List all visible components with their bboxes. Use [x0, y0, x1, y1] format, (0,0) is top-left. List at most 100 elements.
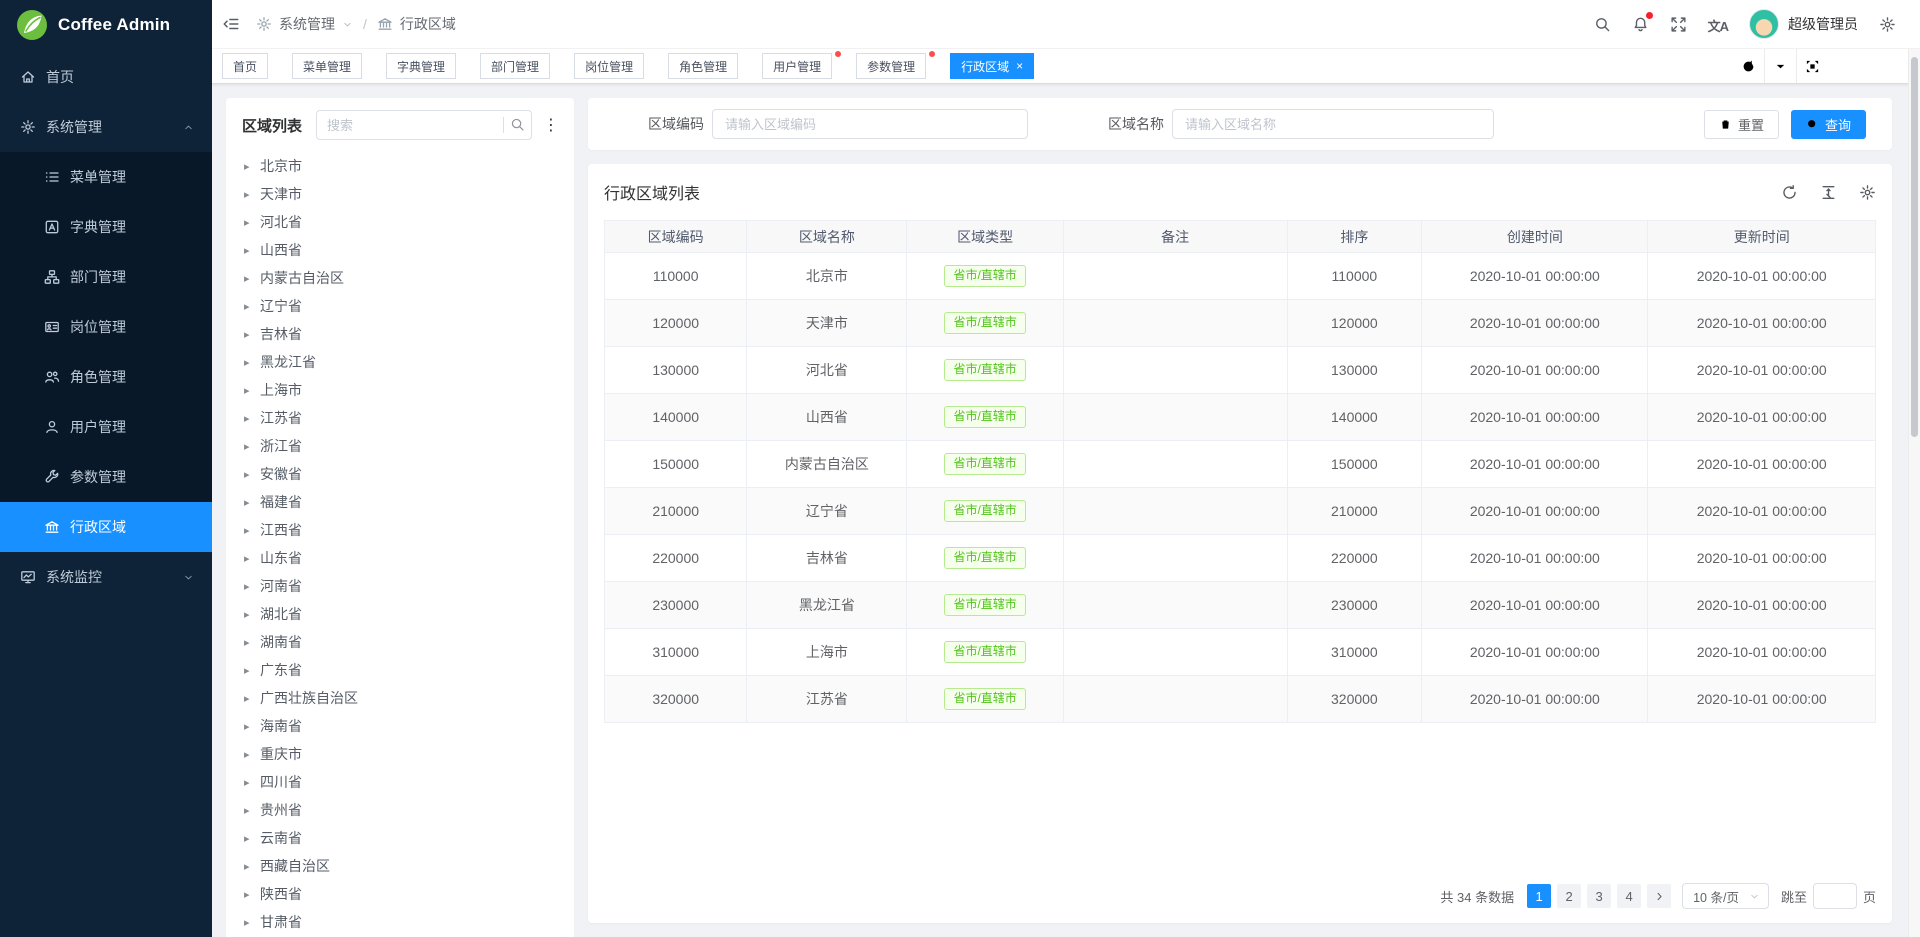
jump-to-input[interactable] [1813, 883, 1857, 909]
tree-node[interactable]: ▸西藏自治区 [226, 852, 574, 880]
caret-right-icon[interactable]: ▸ [244, 188, 260, 201]
caret-right-icon[interactable]: ▸ [244, 440, 260, 453]
caret-right-icon[interactable]: ▸ [244, 832, 260, 845]
sidebar-item-dict[interactable]: 字典管理 [0, 202, 212, 252]
refresh-icon[interactable] [1781, 184, 1798, 201]
page-button-4[interactable]: 4 [1617, 884, 1641, 908]
sidebar-item-system[interactable]: 系统管理 [0, 102, 212, 152]
table-row[interactable]: 120000天津市省市/直辖市1200002020-10-01 00:00:00… [605, 300, 1876, 347]
caret-right-icon[interactable]: ▸ [244, 300, 260, 313]
page-button-3[interactable]: 3 [1587, 884, 1611, 908]
caret-right-icon[interactable]: ▸ [244, 468, 260, 481]
tree-node[interactable]: ▸海南省 [226, 712, 574, 740]
tree-node[interactable]: ▸湖南省 [226, 628, 574, 656]
caret-right-icon[interactable]: ▸ [244, 608, 260, 621]
caret-right-icon[interactable]: ▸ [244, 888, 260, 901]
caret-right-icon[interactable]: ▸ [244, 328, 260, 341]
tree-node[interactable]: ▸上海市 [226, 376, 574, 404]
caret-right-icon[interactable]: ▸ [244, 916, 260, 929]
tab-岗位管理[interactable]: 岗位管理 [574, 53, 644, 79]
sidebar-item-user[interactable]: 用户管理 [0, 402, 212, 452]
tree-node[interactable]: ▸吉林省 [226, 320, 574, 348]
table-row[interactable]: 110000北京市省市/直辖市1100002020-10-01 00:00:00… [605, 253, 1876, 300]
table-row[interactable]: 130000河北省省市/直辖市1300002020-10-01 00:00:00… [605, 347, 1876, 394]
query-button[interactable]: 查询 [1791, 110, 1866, 139]
notification-bell-icon[interactable] [1632, 16, 1649, 33]
tree-search-input[interactable] [316, 110, 532, 140]
caret-right-icon[interactable]: ▸ [244, 216, 260, 229]
tree-node[interactable]: ▸河南省 [226, 572, 574, 600]
tree-node[interactable]: ▸重庆市 [226, 740, 574, 768]
tree-node[interactable]: ▸内蒙古自治区 [226, 264, 574, 292]
caret-right-icon[interactable]: ▸ [244, 748, 260, 761]
tree-node[interactable]: ▸四川省 [226, 768, 574, 796]
tab-部门管理[interactable]: 部门管理 [480, 53, 550, 79]
caret-right-icon[interactable]: ▸ [244, 356, 260, 369]
tree-node[interactable]: ▸福建省 [226, 488, 574, 516]
app-logo[interactable]: Coffee Admin [0, 0, 212, 50]
tab-字典管理[interactable]: 字典管理 [386, 53, 456, 79]
region-name-input[interactable] [1172, 109, 1494, 139]
tree-node[interactable]: ▸安徽省 [226, 460, 574, 488]
fullscreen-icon[interactable] [1670, 16, 1687, 33]
sidebar-item-menu[interactable]: 菜单管理 [0, 152, 212, 202]
user-menu[interactable]: 超级管理员 [1749, 9, 1858, 39]
tree-node[interactable]: ▸山东省 [226, 544, 574, 572]
translate-icon[interactable]: 文A [1708, 16, 1728, 33]
tree-node[interactable]: ▸河北省 [226, 208, 574, 236]
tab-菜单管理[interactable]: 菜单管理 [292, 53, 362, 79]
sidebar-collapse-icon[interactable] [222, 15, 240, 33]
chevron-down-icon[interactable] [1764, 49, 1796, 83]
sidebar-item-region[interactable]: 行政区域 [0, 502, 212, 552]
tree-node[interactable]: ▸云南省 [226, 824, 574, 852]
page-scrollbar[interactable] [1908, 49, 1920, 937]
sidebar-item-dept[interactable]: 部门管理 [0, 252, 212, 302]
page-button-2[interactable]: 2 [1557, 884, 1581, 908]
table-row[interactable]: 320000江苏省省市/直辖市3200002020-10-01 00:00:00… [605, 676, 1876, 723]
caret-right-icon[interactable]: ▸ [244, 860, 260, 873]
sidebar-item-home[interactable]: 首页 [0, 52, 212, 102]
sidebar-item-post[interactable]: 岗位管理 [0, 302, 212, 352]
reset-button[interactable]: 重置 [1704, 110, 1779, 139]
kebab-menu-icon[interactable]: ⋮ [540, 115, 562, 135]
caret-right-icon[interactable]: ▸ [244, 664, 260, 677]
tree-node[interactable]: ▸陕西省 [226, 880, 574, 908]
caret-right-icon[interactable]: ▸ [244, 776, 260, 789]
tab-首页[interactable]: 首页 [222, 53, 268, 79]
tab-角色管理[interactable]: 角色管理 [668, 53, 738, 79]
maximize-icon[interactable] [1796, 49, 1828, 83]
caret-right-icon[interactable]: ▸ [244, 636, 260, 649]
table-row[interactable]: 310000上海市省市/直辖市3100002020-10-01 00:00:00… [605, 629, 1876, 676]
tree-node[interactable]: ▸广西壮族自治区 [226, 684, 574, 712]
tab-用户管理[interactable]: 用户管理 [762, 53, 832, 79]
scrollbar-thumb[interactable] [1911, 57, 1918, 437]
table-row[interactable]: 220000吉林省省市/直辖市2200002020-10-01 00:00:00… [605, 535, 1876, 582]
caret-right-icon[interactable]: ▸ [244, 580, 260, 593]
caret-right-icon[interactable]: ▸ [244, 160, 260, 173]
search-icon[interactable] [510, 117, 525, 132]
next-page-button[interactable] [1647, 884, 1671, 908]
caret-right-icon[interactable]: ▸ [244, 272, 260, 285]
tab-行政区域[interactable]: 行政区域× [950, 53, 1034, 79]
tree-node[interactable]: ▸江苏省 [226, 404, 574, 432]
tree-node[interactable]: ▸广东省 [226, 656, 574, 684]
tree-node[interactable]: ▸湖北省 [226, 600, 574, 628]
caret-right-icon[interactable]: ▸ [244, 552, 260, 565]
caret-right-icon[interactable]: ▸ [244, 524, 260, 537]
page-size-select[interactable]: 10 条/页 [1682, 883, 1769, 909]
breadcrumb-section[interactable]: 系统管理 [256, 14, 353, 34]
tree-node[interactable]: ▸天津市 [226, 180, 574, 208]
tree-node[interactable]: ▸辽宁省 [226, 292, 574, 320]
caret-right-icon[interactable]: ▸ [244, 412, 260, 425]
tree-node[interactable]: ▸山西省 [226, 236, 574, 264]
sidebar-item-param[interactable]: 参数管理 [0, 452, 212, 502]
table-row[interactable]: 230000黑龙江省省市/直辖市2300002020-10-01 00:00:0… [605, 582, 1876, 629]
close-icon[interactable]: × [1016, 60, 1023, 72]
caret-right-icon[interactable]: ▸ [244, 692, 260, 705]
page-button-1[interactable]: 1 [1527, 884, 1551, 908]
tree-node[interactable]: ▸黑龙江省 [226, 348, 574, 376]
caret-right-icon[interactable]: ▸ [244, 720, 260, 733]
sidebar-item-role[interactable]: 角色管理 [0, 352, 212, 402]
tab-参数管理[interactable]: 参数管理 [856, 53, 926, 79]
tree-node[interactable]: ▸江西省 [226, 516, 574, 544]
